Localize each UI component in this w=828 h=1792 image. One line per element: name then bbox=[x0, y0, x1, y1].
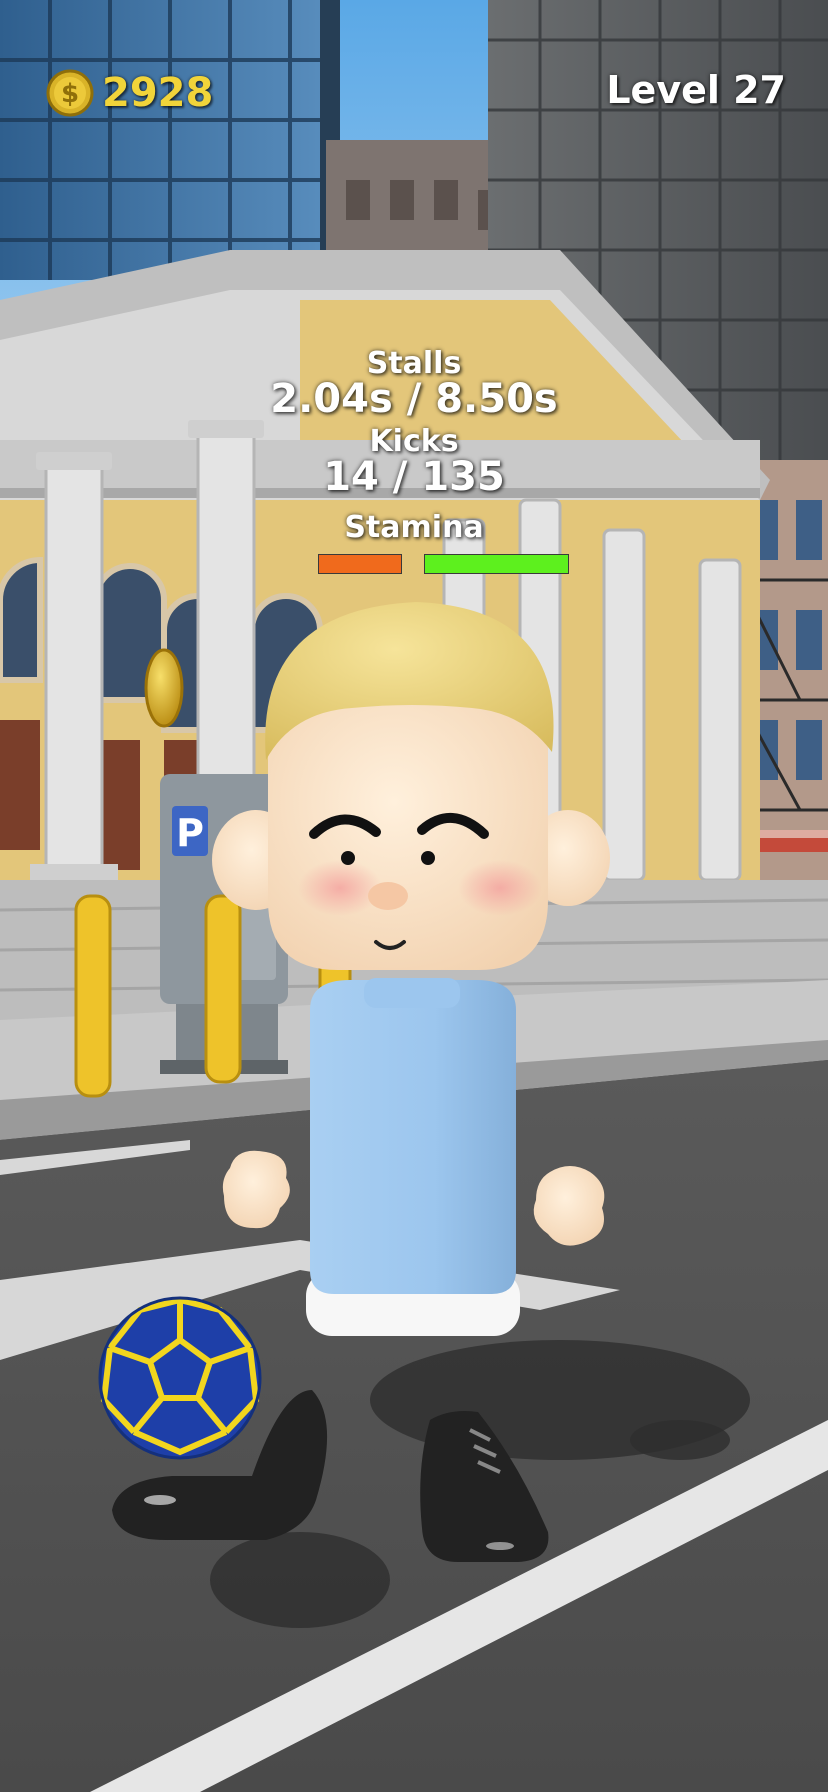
svg-text:$: $ bbox=[61, 79, 79, 109]
coin-counter: $ 2928 bbox=[46, 66, 213, 120]
stamina-label: Stamina bbox=[344, 510, 484, 545]
street-scene: P bbox=[0, 0, 828, 1792]
stamina-bar bbox=[318, 554, 628, 574]
stamina-bar-low-segment bbox=[318, 554, 402, 574]
coin-count: 2928 bbox=[102, 70, 214, 116]
level-label: Level 27 bbox=[606, 68, 786, 112]
parking-sign-letter: P bbox=[176, 811, 204, 855]
dollar-coin-icon: $ bbox=[46, 69, 94, 117]
stats-panel: Stalls 2.04s / 8.50s Kicks 14 / 135 Stam… bbox=[214, 340, 614, 580]
stamina-bar-fill bbox=[424, 554, 569, 574]
game-screen[interactable]: P $ 2928 Level 27 Stalls 2.04s / 8.50s K… bbox=[0, 0, 828, 1792]
kicks-value: 14 / 135 bbox=[323, 454, 505, 500]
stalls-value: 2.04s / 8.50s bbox=[270, 376, 558, 422]
